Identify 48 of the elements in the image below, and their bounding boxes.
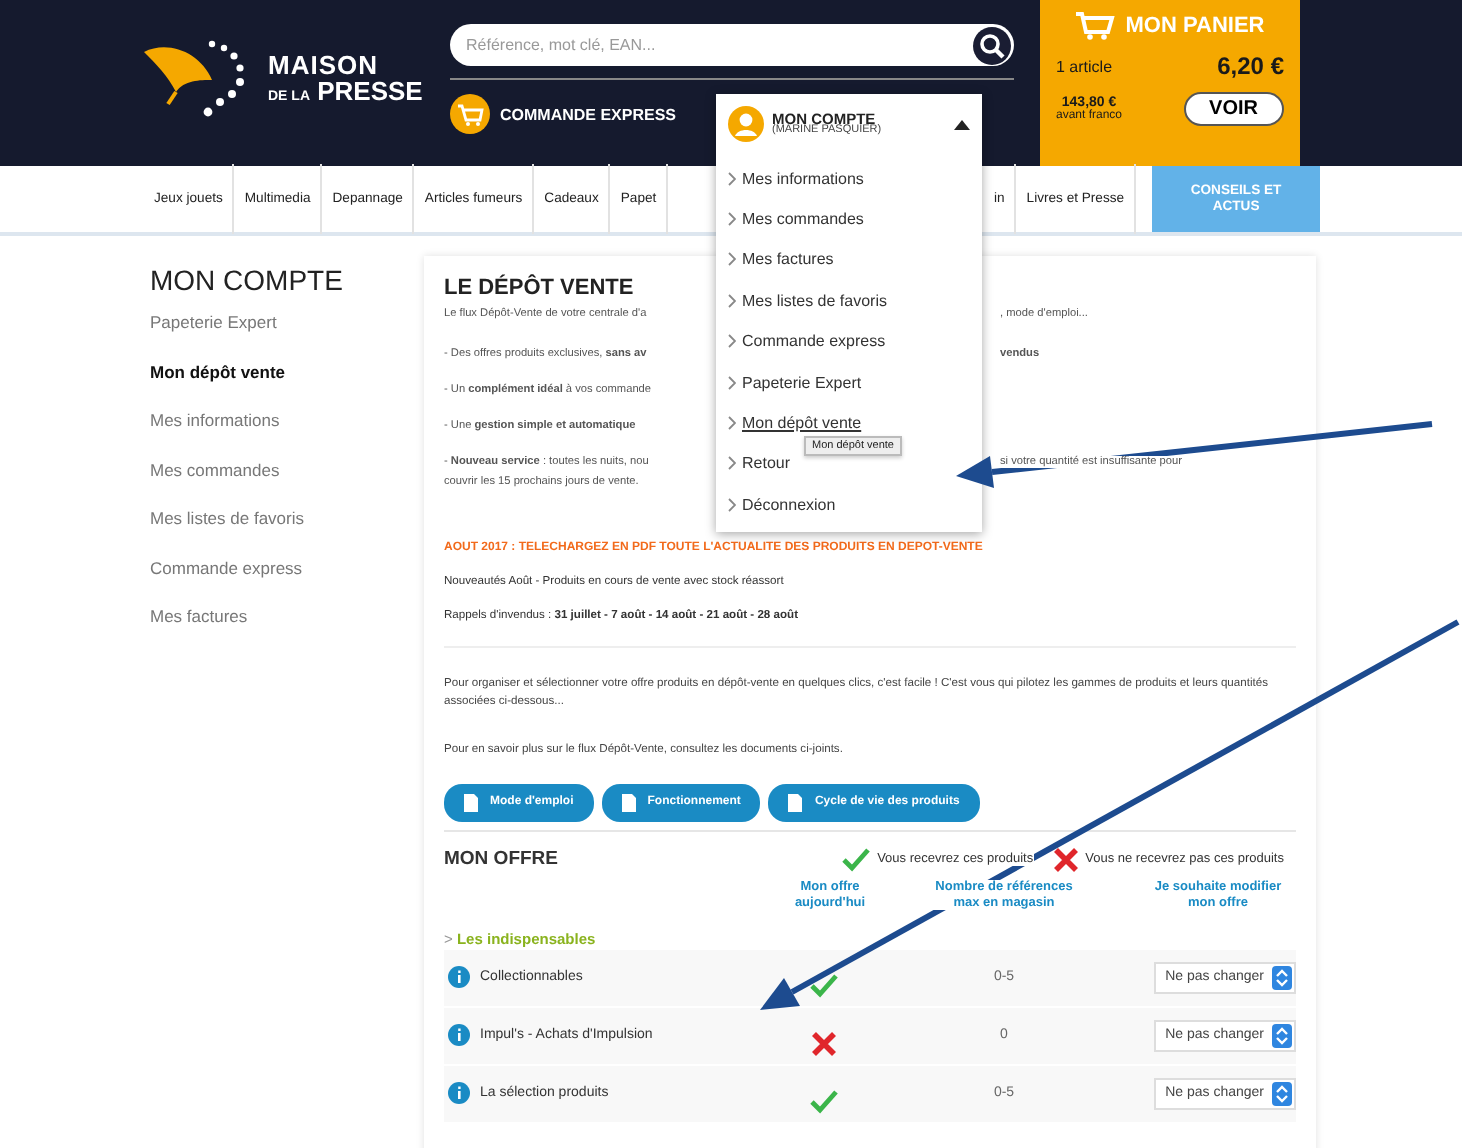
select-arrows-icon bbox=[1272, 1023, 1292, 1048]
sidebar-item[interactable]: Mes factures bbox=[150, 602, 248, 651]
sidebar-item[interactable]: Mes informations bbox=[150, 406, 280, 455]
sidebar-item[interactable]: Commande express bbox=[150, 553, 303, 602]
avatar-icon bbox=[728, 106, 764, 142]
chevron-icon bbox=[728, 252, 736, 267]
account-menu-item[interactable]: Papeterie Expert bbox=[742, 373, 862, 392]
sidebar-title: MON COMPTE bbox=[150, 264, 343, 296]
search-icon[interactable] bbox=[972, 25, 1012, 65]
info-icon[interactable] bbox=[448, 966, 470, 989]
section-title: LE DÉPÔT VENTE bbox=[444, 276, 636, 300]
chevron-icon bbox=[728, 171, 736, 186]
sidebar-item[interactable]: Papeterie Expert bbox=[150, 308, 277, 357]
sidebar-item[interactable]: Mes commandes bbox=[150, 455, 280, 504]
document-icon bbox=[788, 793, 803, 812]
select-arrows-icon bbox=[1272, 1081, 1292, 1106]
account-menu-item[interactable]: Commande express bbox=[742, 332, 886, 351]
account-menu-item[interactable]: Mes commandes bbox=[742, 210, 864, 229]
chevron-icon bbox=[728, 212, 736, 227]
document-icon bbox=[621, 793, 636, 812]
account-menu-item[interactable]: Mes factures bbox=[742, 250, 834, 269]
chevron-icon bbox=[728, 375, 736, 390]
account-menu-item[interactable]: Mes informations bbox=[742, 169, 864, 188]
account-menu-item[interactable]: Mes listes de favoris bbox=[742, 291, 887, 310]
sidebar-item[interactable]: Mon dépôt vente bbox=[150, 357, 286, 406]
account-menu-item[interactable]: Mon dépôt vente bbox=[742, 414, 862, 433]
cross-icon bbox=[1053, 847, 1078, 872]
sidebar-item[interactable]: Mes listes de favoris bbox=[150, 504, 304, 553]
info-icon[interactable] bbox=[448, 1024, 470, 1047]
chevron-icon bbox=[728, 497, 736, 512]
account-menu-item[interactable]: Retour bbox=[742, 454, 791, 473]
view-cart-button[interactable]: VOIR bbox=[1183, 92, 1284, 126]
cart-icon bbox=[450, 94, 490, 134]
cart-icon bbox=[1075, 12, 1116, 40]
cart-total: 6,20 € bbox=[1217, 52, 1284, 80]
chevron-icon bbox=[728, 334, 736, 349]
search-field[interactable]: Référence, mot clé, EAN... bbox=[450, 24, 1014, 66]
express-order-button[interactable]: COMMANDE EXPRESS bbox=[450, 94, 677, 134]
cart-item-count: 1 article bbox=[1056, 57, 1113, 75]
chevron-icon bbox=[728, 293, 736, 308]
document-icon bbox=[464, 793, 478, 812]
chevron-icon bbox=[728, 456, 736, 471]
check-icon bbox=[841, 847, 870, 872]
offer-title: MON OFFRE bbox=[444, 848, 558, 871]
select-arrows-icon bbox=[1272, 965, 1292, 990]
chevron-icon bbox=[728, 416, 736, 431]
info-icon[interactable] bbox=[448, 1082, 470, 1105]
account-menu-item[interactable]: Déconnexion bbox=[742, 495, 836, 514]
